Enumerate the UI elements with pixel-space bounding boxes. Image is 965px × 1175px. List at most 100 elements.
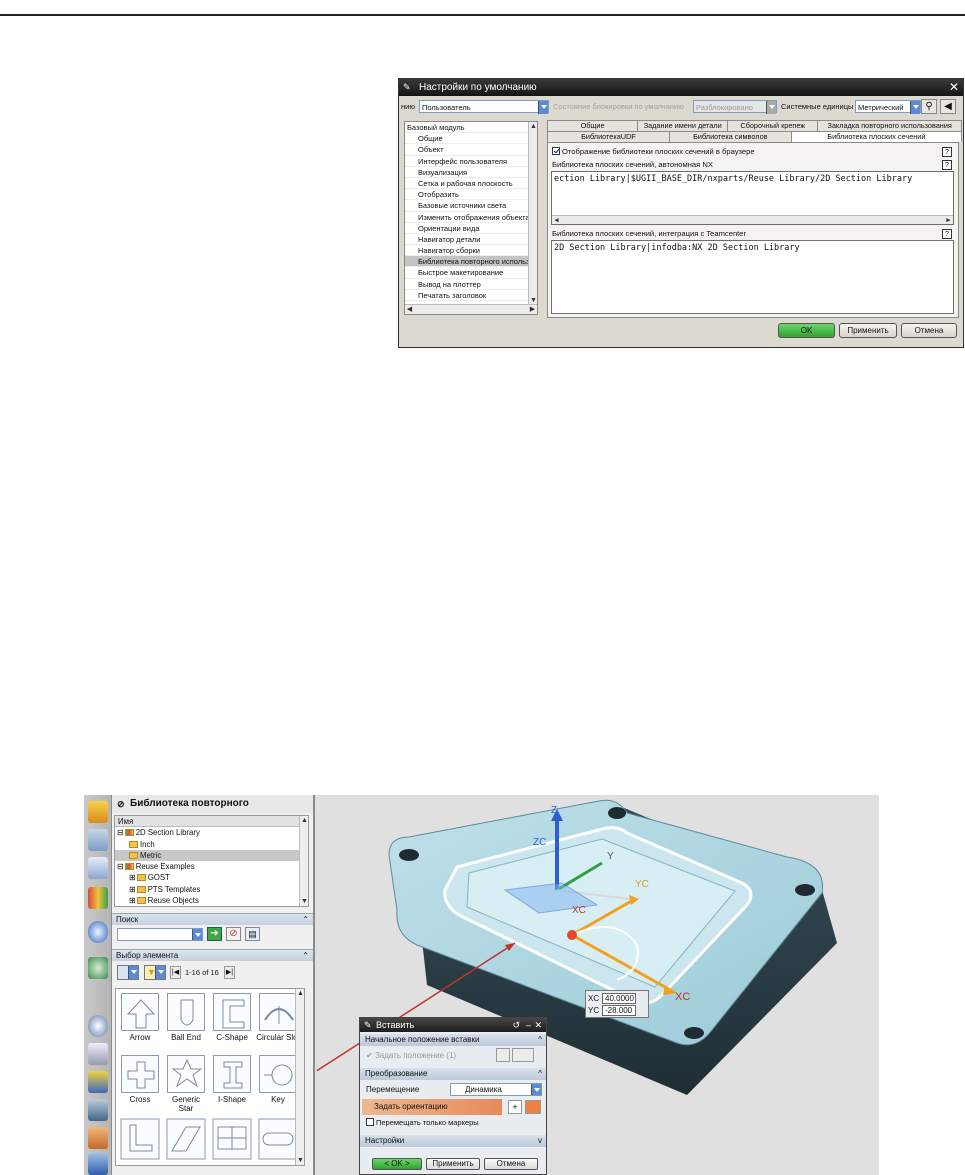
tree-vertical-scrollbar[interactable]: ▲ ▼ xyxy=(528,122,537,305)
chevron-down-icon[interactable] xyxy=(128,966,138,979)
collapse-node-icon[interactable]: ⊟ xyxy=(117,862,124,871)
settings-group[interactable]: Настройки v xyxy=(360,1135,546,1147)
tab-top-1[interactable]: Задание имени детали xyxy=(637,120,729,131)
expand-node-icon[interactable]: ⊞ xyxy=(129,885,136,894)
column-header-name[interactable]: Имя xyxy=(115,816,308,828)
scroll-up-icon[interactable]: ▲ xyxy=(296,989,305,998)
clock-icon[interactable] xyxy=(88,1015,108,1037)
reset-icon[interactable]: ↺ xyxy=(512,1018,520,1032)
tree-item[interactable]: Визуализация xyxy=(405,167,529,178)
cancel-button[interactable]: Отмена xyxy=(484,1158,538,1170)
tree-item[interactable]: Базовые источники света xyxy=(405,200,529,212)
scroll-right-icon[interactable]: ▶ xyxy=(944,216,953,224)
tc-library-field[interactable]: 2D Section Library|infodba:NX 2D Section… xyxy=(551,240,954,314)
tab-top-0[interactable]: Общие xyxy=(547,120,639,131)
tree-item[interactable]: Ориентации вида xyxy=(405,223,529,234)
scroll-up-icon[interactable]: ▲ xyxy=(300,816,309,825)
part-navigator-icon[interactable] xyxy=(88,857,108,879)
expand-node-icon[interactable]: ⊞ xyxy=(129,896,136,905)
l-shape-thumbnail[interactable] xyxy=(118,1117,162,1163)
view-mode-dropdown[interactable] xyxy=(117,965,139,980)
move-mode-select[interactable]: Динамика xyxy=(450,1083,542,1096)
scroll-right-icon[interactable]: ▶ xyxy=(528,305,537,314)
chevron-down-icon[interactable] xyxy=(192,929,202,940)
filter-icon[interactable]: ▼ xyxy=(144,965,166,980)
chevron-down-icon[interactable] xyxy=(155,966,165,979)
level-select[interactable]: Пользователь xyxy=(419,100,549,114)
units-select[interactable]: Метрический xyxy=(855,100,921,114)
tree-node[interactable]: ⊞ GOST xyxy=(115,872,308,883)
expand-node-icon[interactable]: ⊞ xyxy=(129,873,136,882)
item-thumbnail[interactable]: Cross xyxy=(118,1055,162,1115)
prev-page-icon[interactable]: |◀ xyxy=(170,966,181,979)
tree-root-item[interactable]: Базовый модуль xyxy=(405,122,529,134)
tree-item[interactable]: Отобразить xyxy=(405,189,529,201)
lock-select[interactable]: Разблокировано xyxy=(693,100,777,114)
collapse-node-icon[interactable]: ⊟ xyxy=(117,828,124,837)
help-icon[interactable]: ? xyxy=(942,147,952,157)
item-thumbnail[interactable]: I-Shape xyxy=(210,1055,254,1115)
tree-item[interactable]: Печатать заголовок xyxy=(405,290,529,301)
find-binoculars-icon[interactable]: ⚲ xyxy=(921,99,937,114)
tree-node[interactable]: ⊟ 2D Section Library xyxy=(115,827,308,838)
field-horizontal-scrollbar[interactable]: ◀ ▶ xyxy=(552,215,953,224)
tree-item[interactable]: Навигатор сборки xyxy=(405,245,529,257)
point-dialog-icon[interactable] xyxy=(496,1048,510,1062)
help-icon[interactable]: ? xyxy=(942,160,952,170)
tree-node[interactable]: ⊞ PTS Templates xyxy=(115,884,308,895)
cancel-button[interactable]: Отмена xyxy=(901,323,957,338)
ok-button[interactable]: < OK > xyxy=(372,1158,422,1170)
search-results-icon[interactable]: ▤ xyxy=(245,927,260,941)
browser-display-checkbox[interactable] xyxy=(552,147,560,155)
help-icon[interactable]: ? xyxy=(942,229,952,239)
tree-item[interactable]: Библиотека повторного использов xyxy=(405,256,529,268)
snap-point-dropdown[interactable] xyxy=(512,1048,534,1062)
markers-only-row[interactable]: Перемещать только маркеры xyxy=(366,1118,479,1127)
item-thumbnail[interactable]: Circular Slot xyxy=(256,993,300,1053)
chevron-down-icon[interactable] xyxy=(910,101,920,114)
collapse-icon[interactable]: ⌃ xyxy=(302,950,309,961)
native-library-field[interactable]: ection Library|$UGII_BASE_DIR/nxparts/Re… xyxy=(551,171,954,225)
search-section-header[interactable]: Поиск ⌃ xyxy=(112,913,313,925)
tree-item[interactable]: Вывод на плоттер xyxy=(405,279,529,290)
import-arrow-icon[interactable]: ◀ xyxy=(940,99,956,114)
chevron-down-icon[interactable] xyxy=(766,101,776,114)
item-thumbnail[interactable]: Key xyxy=(256,1055,300,1115)
item-thumbnail[interactable]: C-Shape xyxy=(210,993,254,1053)
collapse-icon[interactable]: ⌃ xyxy=(302,914,309,925)
item-thumbnail[interactable]: Ball End xyxy=(164,993,208,1053)
expand-icon[interactable]: v xyxy=(538,1135,542,1147)
obround-thumbnail[interactable] xyxy=(256,1117,300,1163)
tab-top-2[interactable]: Сборочный крепеж xyxy=(727,120,819,131)
tree-item[interactable]: Интерфейс пользователя xyxy=(405,156,529,167)
tab-bottom-2[interactable]: Библиотека плоских сечений xyxy=(790,131,962,142)
tree-node[interactable]: ⊞ Reuse Objects xyxy=(115,895,308,906)
markers-only-checkbox[interactable] xyxy=(366,1118,374,1126)
select-item-section-header[interactable]: Выбор элемента ⌃ xyxy=(112,949,313,961)
tree-item[interactable]: Навигатор детали xyxy=(405,234,529,246)
tree-item[interactable]: Общие xyxy=(405,133,529,145)
system-materials-icon[interactable] xyxy=(88,1043,108,1065)
manufacturing-wizard-icon[interactable] xyxy=(88,1099,108,1121)
pin-icon[interactable]: ⊘ xyxy=(117,795,125,813)
tree-vertical-scrollbar[interactable]: ▲ ▼ xyxy=(299,816,308,906)
clear-search-icon[interactable]: ⊘ xyxy=(226,927,241,941)
close-icon[interactable]: ✕ xyxy=(534,1018,542,1032)
tab-bottom-0[interactable]: БиблиотекаUDF xyxy=(547,131,670,142)
constraint-navigator-icon[interactable] xyxy=(88,829,108,851)
search-input[interactable] xyxy=(117,928,203,941)
scroll-left-icon[interactable]: ◀ xyxy=(405,305,414,314)
rectangle-thumbnail[interactable] xyxy=(210,1117,254,1163)
roles-icon[interactable] xyxy=(88,1127,108,1149)
start-position-group[interactable]: Начальное положение вставки ^ xyxy=(360,1034,546,1046)
history-palette-icon[interactable] xyxy=(88,957,108,979)
insert-dialog-titlebar[interactable]: ✎ Вставить ↺ – ✕ xyxy=(360,1018,546,1032)
scroll-up-icon[interactable]: ▲ xyxy=(529,122,538,131)
chevron-down-icon[interactable] xyxy=(538,101,548,114)
tab-bottom-1[interactable]: Библиотека символов xyxy=(668,131,792,142)
xc-input[interactable]: 40.0000 xyxy=(602,993,636,1004)
parallelogram-thumbnail[interactable] xyxy=(164,1117,208,1163)
collapse-icon[interactable]: ^ xyxy=(538,1034,542,1046)
scroll-down-icon[interactable]: ▼ xyxy=(300,897,309,906)
apply-button[interactable]: Применить xyxy=(839,323,897,338)
